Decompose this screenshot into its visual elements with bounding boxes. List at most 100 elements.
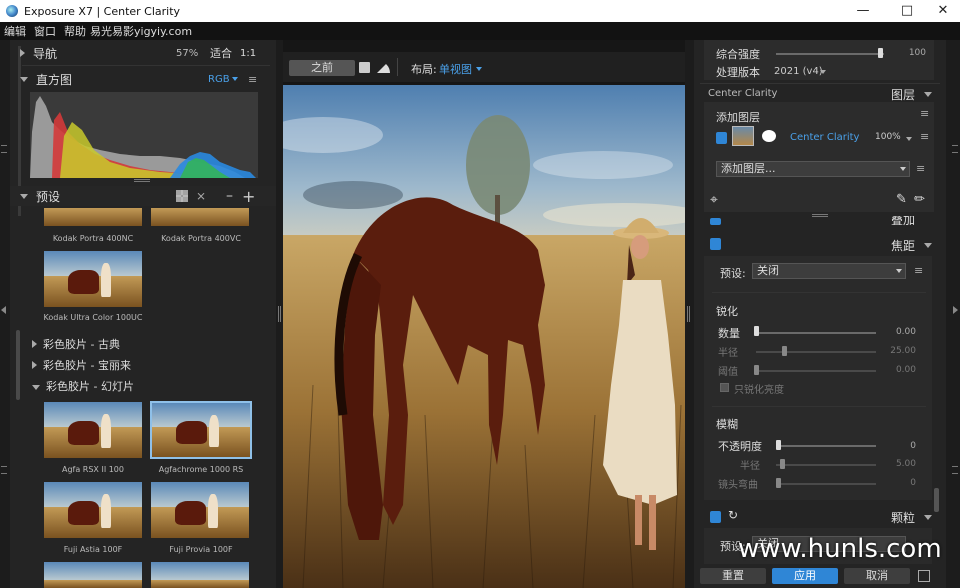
- presets-scrollbar[interactable]: [16, 330, 20, 400]
- version-dropdown[interactable]: 2021 (v4): [774, 66, 823, 77]
- preset-folder[interactable]: 彩色胶片 - 宝丽来: [32, 357, 131, 373]
- presets-header[interactable]: 预设 ⨯ – +: [10, 186, 276, 206]
- menu-edit[interactable]: 编辑: [4, 23, 26, 39]
- collapse-left-icon[interactable]: [1, 306, 6, 314]
- threshold-slider-knob[interactable]: [754, 365, 759, 375]
- right-grip-icon-2[interactable]: [952, 466, 958, 474]
- blur-radius-slider-knob[interactable]: [780, 459, 785, 469]
- preset-folder[interactable]: 彩色胶片 - 古典: [32, 336, 120, 352]
- menu-help[interactable]: 帮助: [64, 23, 86, 39]
- maximize-icon[interactable]: □: [892, 0, 922, 22]
- lens-curve-slider-knob[interactable]: [776, 478, 781, 488]
- resize-handle-icon[interactable]: [812, 214, 828, 217]
- menu-icon[interactable]: ≡: [920, 107, 929, 120]
- layer-thumbnail[interactable]: [732, 126, 754, 146]
- right-grip-icon[interactable]: [952, 145, 958, 153]
- chevron-down-icon[interactable]: [906, 137, 912, 141]
- threshold-slider-track[interactable]: [756, 370, 876, 372]
- chevron-down-icon[interactable]: [896, 269, 902, 273]
- histogram-mode[interactable]: RGB: [208, 74, 230, 85]
- mode-dropdown-icon[interactable]: [232, 77, 238, 81]
- panel-toggle-icon[interactable]: [918, 570, 930, 582]
- preset-thumb-selected[interactable]: [150, 401, 252, 459]
- layer-mask-icon[interactable]: [762, 130, 776, 142]
- preset-thumb[interactable]: [151, 562, 249, 588]
- chevron-right-icon: [20, 49, 25, 57]
- right-scrollbar[interactable]: [934, 488, 939, 512]
- amount-slider-knob[interactable]: [754, 326, 759, 336]
- preset-thumb[interactable]: [151, 208, 249, 226]
- focus-title[interactable]: 焦距: [891, 237, 915, 254]
- preset-folder[interactable]: 彩色胶片 - 幻灯片: [32, 378, 134, 394]
- radius-slider-knob[interactable]: [782, 346, 787, 356]
- layers-tab[interactable]: 图层: [891, 86, 915, 103]
- reset-button[interactable]: 重置: [700, 568, 766, 584]
- right-splitter-icon[interactable]: [687, 306, 690, 322]
- focus-toggle[interactable]: [710, 238, 721, 250]
- menu-icon[interactable]: ≡: [916, 162, 925, 175]
- menu-icon[interactable]: ≡: [920, 130, 929, 143]
- preset-thumb[interactable]: [44, 562, 142, 588]
- menu-window[interactable]: 窗口: [34, 23, 56, 39]
- chevron-down-icon[interactable]: [476, 67, 482, 71]
- remove-preset-icon[interactable]: –: [226, 188, 233, 204]
- overlay-toggle[interactable]: [710, 218, 721, 225]
- opacity-slider-knob[interactable]: [776, 440, 781, 450]
- luma-only-checkbox[interactable]: [720, 383, 729, 392]
- brush-icon[interactable]: ✎: [896, 192, 907, 207]
- collapse-all-icon[interactable]: ⨯: [196, 189, 206, 203]
- grid-view-icon[interactable]: [176, 190, 188, 202]
- preset-thumb[interactable]: [44, 402, 142, 458]
- preset-thumb[interactable]: [44, 208, 142, 226]
- strength-slider-knob[interactable]: [878, 48, 883, 58]
- resize-handle-icon[interactable]: [134, 179, 150, 182]
- collapse-right-icon[interactable]: [953, 306, 958, 314]
- image-area: 之前 布局: 单视图: [283, 40, 685, 588]
- one-to-one-button[interactable]: 1:1: [240, 48, 256, 59]
- close-icon[interactable]: ✕: [928, 0, 958, 22]
- menu-icon[interactable]: ≡: [914, 264, 923, 277]
- chevron-down-icon[interactable]: [924, 515, 932, 520]
- add-layer-dropdown[interactable]: 添加图层...: [716, 161, 910, 177]
- menu-icon[interactable]: ≡: [248, 73, 257, 86]
- left-grip-icon-2[interactable]: [1, 466, 7, 474]
- radius-slider-track[interactable]: [756, 351, 876, 353]
- histogram-header[interactable]: 直方图 RGB ≡: [10, 69, 276, 89]
- preset-thumb[interactable]: [44, 482, 142, 538]
- layout-dropdown[interactable]: 单视图: [439, 61, 472, 77]
- blur-radius-slider-track[interactable]: [776, 464, 876, 466]
- layer-opacity[interactable]: 100%: [875, 132, 901, 142]
- chevron-down-icon[interactable]: [820, 70, 826, 74]
- apply-button[interactable]: 应用: [772, 568, 838, 584]
- compare-square-icon[interactable]: [359, 62, 370, 73]
- grain-title[interactable]: 颗粒: [891, 509, 915, 526]
- blur-radius-label: 半径: [740, 461, 760, 472]
- layer-visibility-toggle[interactable]: [716, 132, 727, 144]
- grain-toggle[interactable]: [710, 511, 721, 523]
- fit-button[interactable]: 适合: [210, 45, 232, 61]
- overlay-title[interactable]: 叠加: [891, 216, 915, 226]
- before-button[interactable]: 之前: [289, 60, 355, 76]
- layer-name[interactable]: Center Clarity: [790, 132, 859, 143]
- amount-slider-track[interactable]: [756, 332, 876, 334]
- add-preset-icon[interactable]: +: [242, 187, 255, 206]
- cancel-button[interactable]: 取消: [844, 568, 910, 584]
- crop-icon[interactable]: ⌖: [710, 192, 718, 208]
- reset-section-icon[interactable]: ↻: [728, 508, 738, 522]
- chevron-down-icon[interactable]: [900, 167, 906, 171]
- chevron-down-icon[interactable]: [924, 92, 932, 97]
- strength-slider-track[interactable]: [776, 53, 884, 55]
- lens-curve-slider-track[interactable]: [776, 483, 876, 485]
- main-photo[interactable]: [283, 85, 685, 588]
- opacity-label: 不透明度: [718, 440, 762, 453]
- preset-thumb[interactable]: [44, 251, 142, 307]
- focus-preset-dropdown[interactable]: 关闭: [752, 263, 906, 279]
- opacity-slider-track[interactable]: [776, 445, 876, 447]
- preset-thumb[interactable]: [151, 482, 249, 538]
- left-splitter-icon[interactable]: [278, 306, 281, 322]
- left-grip-icon[interactable]: [1, 145, 7, 153]
- eraser-icon[interactable]: ✏: [914, 192, 925, 207]
- minimize-icon[interactable]: —: [848, 0, 878, 22]
- navigator-header[interactable]: 导航 57% 适合 1:1: [10, 43, 276, 63]
- chevron-down-icon[interactable]: [924, 243, 932, 248]
